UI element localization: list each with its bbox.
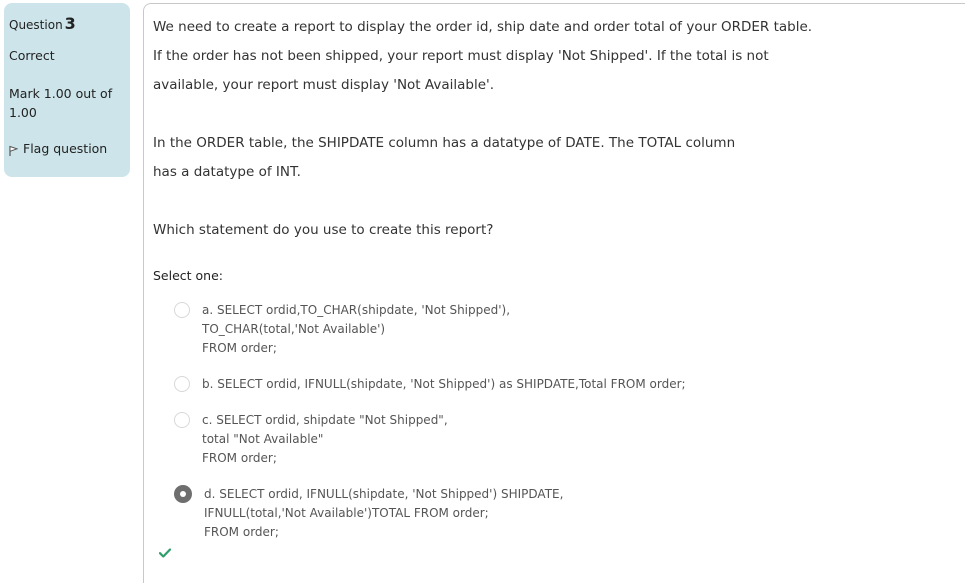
question-info-panel: Question 3 Correct Mark 1.00 out of 1.00 …: [4, 3, 130, 177]
answer-option-d[interactable]: d. SELECT ordid, IFNULL(shipdate, 'Not S…: [174, 485, 965, 542]
answer-line: FROM order;: [202, 341, 277, 355]
answer-line: a. SELECT ordid,TO_CHAR(shipdate, 'Not S…: [202, 303, 511, 317]
answer-line: b. SELECT ordid, IFNULL(shipdate, 'Not S…: [202, 377, 686, 391]
checkmark-icon: [158, 548, 172, 558]
radio-button-a[interactable]: [174, 302, 190, 318]
flag-question-label: Flag question: [23, 141, 108, 156]
question-number: Question 3: [9, 12, 124, 37]
select-one-prompt: Select one:: [153, 268, 224, 283]
question-state: Correct: [9, 48, 55, 63]
question-paragraph-2: In the ORDER table, the SHIPDATE column …: [153, 135, 736, 180]
flag-icon: [9, 145, 18, 156]
answer-line: FROM order;: [204, 525, 279, 539]
question-paragraph-1: We need to create a report to display th…: [153, 19, 813, 93]
question-text: We need to create a report to display th…: [153, 13, 965, 245]
answer-option-c[interactable]: c. SELECT ordid, shipdate "Not Shipped",…: [174, 411, 965, 468]
radio-button-c[interactable]: [174, 412, 190, 428]
answer-text-a: a. SELECT ordid,TO_CHAR(shipdate, 'Not S…: [202, 301, 510, 358]
answer-list: a. SELECT ordid,TO_CHAR(shipdate, 'Not S…: [174, 301, 965, 542]
question-label: Question: [9, 18, 63, 32]
question-paragraph-3: Which statement do you use to create thi…: [153, 222, 494, 238]
question-content: We need to create a report to display th…: [143, 3, 965, 583]
answer-line: TO_CHAR(total,'Not Available'): [202, 322, 386, 336]
answer-text-b: b. SELECT ordid, IFNULL(shipdate, 'Not S…: [202, 375, 686, 394]
answer-option-b[interactable]: b. SELECT ordid, IFNULL(shipdate, 'Not S…: [174, 375, 965, 394]
correct-indicator: [158, 546, 965, 562]
question-paragraph: We need to create a report to display th…: [153, 13, 823, 100]
question-paragraph: Which statement do you use to create thi…: [153, 216, 965, 245]
answer-text-c: c. SELECT ordid, shipdate "Not Shipped",…: [202, 411, 448, 468]
flag-question-link[interactable]: Flag question: [9, 140, 124, 158]
answer-line: c. SELECT ordid, shipdate "Not Shipped",: [202, 413, 448, 427]
answer-line: d. SELECT ordid, IFNULL(shipdate, 'Not S…: [204, 487, 564, 501]
answer-line: total "Not Available": [202, 432, 324, 446]
question-paragraph: In the ORDER table, the SHIPDATE column …: [153, 129, 763, 187]
answer-line: FROM order;: [202, 451, 277, 465]
radio-button-b[interactable]: [174, 376, 190, 392]
question-grade: Mark 1.00 out of 1.00: [9, 86, 113, 120]
answer-text-d: d. SELECT ordid, IFNULL(shipdate, 'Not S…: [204, 485, 563, 542]
radio-button-d-selected[interactable]: [174, 485, 192, 503]
answer-line: IFNULL(total,'Not Available')TOTAL FROM …: [204, 506, 489, 520]
answer-option-a[interactable]: a. SELECT ordid,TO_CHAR(shipdate, 'Not S…: [174, 301, 965, 358]
question-number-value: 3: [64, 14, 76, 33]
